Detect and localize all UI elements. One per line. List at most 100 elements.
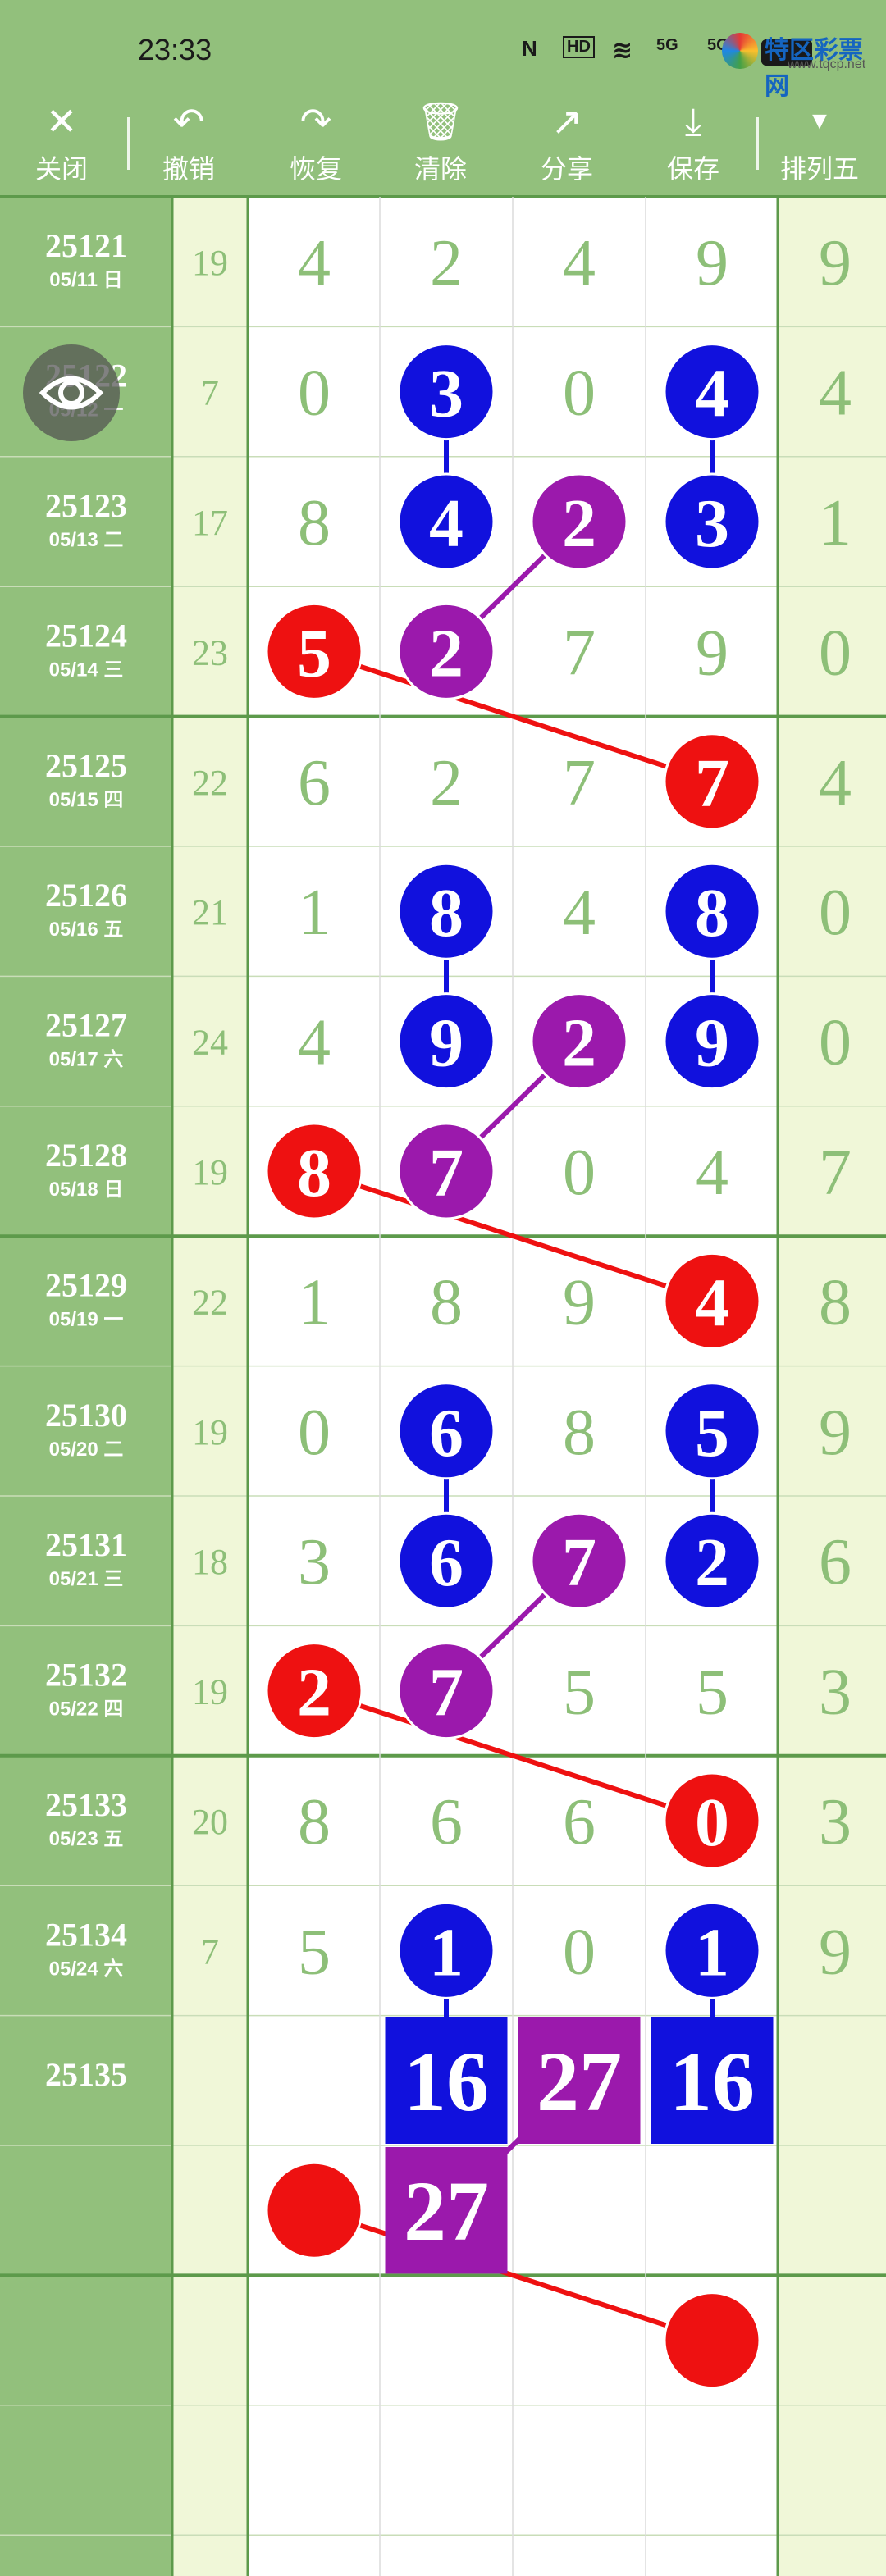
sum-value: 19 bbox=[192, 1672, 228, 1712]
digit: 9 bbox=[696, 227, 728, 299]
issue-number: 25132 bbox=[45, 1657, 127, 1694]
digit: 8 bbox=[298, 487, 331, 559]
issue-number: 25129 bbox=[45, 1266, 127, 1303]
issue-date: 05/17 六 bbox=[49, 1049, 124, 1071]
issue-number: 25123 bbox=[45, 487, 127, 524]
issue-date: 05/19 一 bbox=[49, 1308, 124, 1330]
issue-date: 05/16 五 bbox=[49, 919, 124, 941]
marked-digit: 2 bbox=[695, 1525, 729, 1601]
issue-date: 05/21 三 bbox=[49, 1568, 124, 1590]
digit: 5 bbox=[696, 1657, 728, 1729]
marked-digit: 4 bbox=[429, 486, 464, 562]
sum-column bbox=[172, 197, 248, 2576]
digit: 7 bbox=[563, 747, 596, 819]
table-row bbox=[663, 2291, 761, 2390]
issue-date: 05/23 五 bbox=[49, 1828, 124, 1850]
digit: 6 bbox=[563, 1786, 596, 1858]
issue-number: 25124 bbox=[45, 617, 127, 654]
marked-digit: 7 bbox=[562, 1525, 596, 1601]
marked-digit: 9 bbox=[429, 1005, 464, 1082]
digit: 0 bbox=[819, 1007, 852, 1079]
marked-digit: 8 bbox=[429, 875, 464, 951]
issue-number: 25125 bbox=[45, 747, 127, 784]
digit: 8 bbox=[563, 1397, 596, 1469]
marked-digit: 9 bbox=[695, 1005, 729, 1082]
marked-digit: 3 bbox=[695, 486, 729, 562]
digit: 9 bbox=[819, 1916, 852, 1988]
issue-number: 25127 bbox=[45, 1007, 127, 1044]
trend-grid: 2512105/11 日19424992512205/12 一703044251… bbox=[0, 195, 886, 2576]
marked-digit: 7 bbox=[695, 745, 729, 822]
digit: 5 bbox=[563, 1657, 596, 1729]
sum-value: 22 bbox=[192, 1282, 228, 1322]
issue-number: 25133 bbox=[45, 1786, 127, 1823]
digit: 1 bbox=[819, 487, 852, 559]
issue-date: 05/13 二 bbox=[49, 529, 124, 551]
marked-digit: 3 bbox=[429, 356, 464, 432]
digit: 9 bbox=[696, 617, 728, 689]
marked-digit: 6 bbox=[429, 1395, 464, 1471]
marked-digit: 7 bbox=[429, 1655, 464, 1731]
digit: 3 bbox=[298, 1526, 331, 1598]
digit: 5 bbox=[298, 1916, 331, 1988]
sum-value: 7 bbox=[201, 373, 219, 413]
marked-digit: 1 bbox=[429, 1914, 464, 1990]
sum-value: 21 bbox=[192, 892, 228, 932]
eye-toggle-button[interactable] bbox=[23, 344, 120, 441]
digit: 9 bbox=[819, 227, 852, 299]
marked-digit: 4 bbox=[695, 356, 729, 432]
issue-number: 25130 bbox=[45, 1397, 127, 1434]
marked-digit: 4 bbox=[695, 1265, 729, 1341]
issue-number: 25128 bbox=[45, 1137, 127, 1174]
issue-number: 25131 bbox=[45, 1526, 127, 1563]
issue-number: 25135 bbox=[45, 2056, 127, 2093]
eye-icon bbox=[39, 376, 104, 410]
issue-date: 05/11 日 bbox=[49, 269, 122, 291]
prediction-value: 27 bbox=[537, 2035, 622, 2129]
red-dot-marker bbox=[265, 2161, 363, 2259]
digit: 3 bbox=[819, 1657, 852, 1729]
trend-chart-app: 23:33 N HD ≋ 5G 5G 特区彩票网 www.tqcp.net ✕ 关… bbox=[0, 0, 886, 2576]
marked-digit: 8 bbox=[695, 875, 729, 951]
marked-digit: 8 bbox=[297, 1135, 331, 1211]
digit: 6 bbox=[298, 747, 331, 819]
marked-digit: 1 bbox=[695, 1914, 729, 1990]
issue-date: 05/22 四 bbox=[49, 1698, 124, 1721]
marked-digit: 2 bbox=[297, 1655, 331, 1731]
prediction-value: 16 bbox=[404, 2035, 489, 2129]
marked-digit: 2 bbox=[429, 615, 464, 691]
digit: 0 bbox=[563, 358, 596, 430]
sum-value: 23 bbox=[192, 632, 228, 672]
marked-digit: 6 bbox=[429, 1525, 464, 1601]
sum-value: 24 bbox=[192, 1023, 228, 1063]
digit: 4 bbox=[563, 227, 596, 299]
sum-value: 19 bbox=[192, 243, 228, 283]
digit: 4 bbox=[819, 358, 852, 430]
sum-value: 7 bbox=[201, 1931, 219, 1972]
sum-value: 19 bbox=[192, 1412, 228, 1452]
digit: 9 bbox=[563, 1266, 596, 1338]
digit: 0 bbox=[298, 358, 331, 430]
digit: 0 bbox=[563, 1137, 596, 1209]
digit: 2 bbox=[430, 747, 463, 819]
digit: 0 bbox=[819, 877, 852, 949]
sum-value: 20 bbox=[192, 1802, 228, 1842]
id-column bbox=[0, 197, 172, 2576]
prediction-value: 27 bbox=[404, 2164, 489, 2259]
issue-date: 05/20 二 bbox=[49, 1438, 124, 1461]
digit: 4 bbox=[298, 1007, 331, 1079]
digit: 4 bbox=[696, 1137, 728, 1209]
red-dot-marker bbox=[663, 2291, 761, 2390]
digit: 8 bbox=[819, 1266, 852, 1338]
digit: 2 bbox=[430, 227, 463, 299]
marked-digit: 5 bbox=[695, 1395, 729, 1471]
digit: 7 bbox=[819, 1137, 852, 1209]
issue-date: 05/18 日 bbox=[49, 1179, 124, 1201]
issue-date: 05/14 三 bbox=[49, 659, 124, 681]
prediction-value: 16 bbox=[669, 2035, 755, 2129]
digit: 8 bbox=[298, 1786, 331, 1858]
digit: 9 bbox=[819, 1397, 852, 1469]
table-row: 27 bbox=[265, 2147, 508, 2274]
digit: 3 bbox=[819, 1786, 852, 1858]
sum-value: 18 bbox=[192, 1542, 228, 1582]
